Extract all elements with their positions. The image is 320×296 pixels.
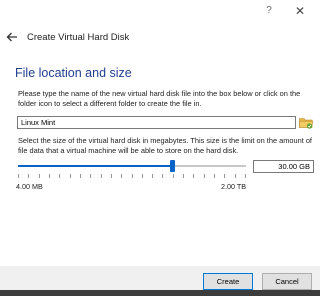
slider-tick bbox=[101, 174, 102, 178]
location-instructions: Please type the name of the new virtual … bbox=[18, 89, 301, 108]
slider-tick bbox=[235, 174, 236, 178]
size-min-label: 4.00 MB bbox=[16, 182, 43, 191]
slider-tick bbox=[59, 174, 60, 178]
slider-tick bbox=[162, 174, 163, 178]
slider-tick bbox=[111, 174, 112, 178]
slider-tick bbox=[121, 174, 122, 178]
button-bar: Create Cancel bbox=[0, 266, 320, 290]
slider-tick bbox=[142, 174, 143, 178]
size-instructions: Select the size of the virtual hard disk… bbox=[18, 136, 312, 155]
create-button[interactable]: Create bbox=[203, 273, 253, 290]
cancel-button[interactable]: Cancel bbox=[262, 273, 312, 290]
slider-tick bbox=[132, 174, 133, 178]
slider-thumb[interactable] bbox=[170, 160, 175, 172]
slider-tick bbox=[28, 174, 29, 178]
slider-tick bbox=[245, 174, 246, 178]
slider-tick bbox=[90, 174, 91, 178]
section-title: File location and size bbox=[15, 66, 132, 80]
slider-tick bbox=[214, 174, 215, 178]
close-button[interactable]: ✕ bbox=[290, 3, 310, 19]
back-arrow-icon[interactable] bbox=[5, 30, 19, 44]
title-bar: ? ✕ bbox=[0, 0, 320, 22]
file-name-input[interactable] bbox=[17, 116, 296, 129]
taskbar-strip bbox=[0, 290, 320, 296]
slider-tick bbox=[193, 174, 194, 178]
slider-tick bbox=[204, 174, 205, 178]
slider-tick bbox=[70, 174, 71, 178]
size-slider[interactable] bbox=[18, 160, 246, 172]
slider-ticks bbox=[18, 174, 246, 178]
dialog-title: Create Virtual Hard Disk bbox=[27, 32, 130, 43]
dialog-header: Create Virtual Hard Disk bbox=[0, 26, 320, 50]
slider-tick bbox=[224, 174, 225, 178]
slider-tick bbox=[39, 174, 40, 178]
slider-tick bbox=[173, 174, 174, 178]
folder-icon[interactable] bbox=[298, 114, 314, 130]
size-max-label: 2.00 TB bbox=[221, 182, 247, 191]
slider-tick bbox=[183, 174, 184, 178]
size-input[interactable] bbox=[253, 160, 314, 173]
help-button[interactable]: ? bbox=[262, 3, 276, 19]
slider-fill bbox=[18, 165, 172, 167]
slider-tick bbox=[49, 174, 50, 178]
slider-tick bbox=[152, 174, 153, 178]
slider-tick bbox=[80, 174, 81, 178]
slider-tick bbox=[18, 174, 19, 178]
